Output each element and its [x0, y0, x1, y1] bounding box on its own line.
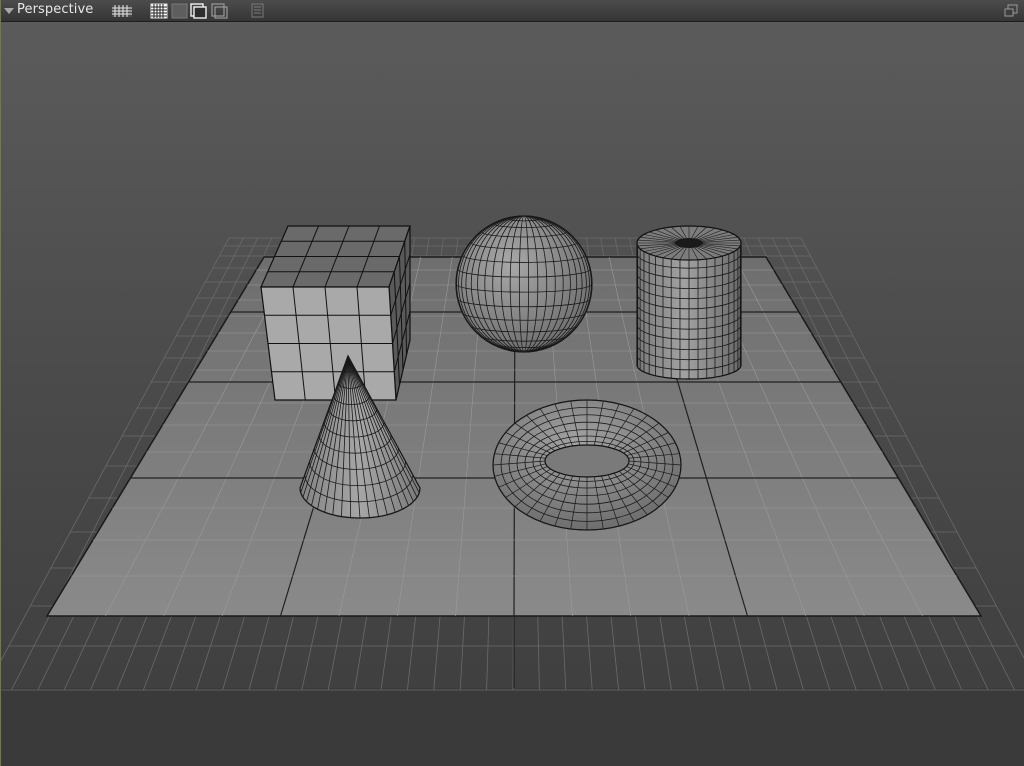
maximize-viewport-icon[interactable] [1004, 3, 1020, 19]
xray-box-icon[interactable] [211, 3, 229, 19]
viewport-canvas[interactable] [1, 22, 1024, 766]
panel-options-icon[interactable] [251, 3, 265, 19]
floor-band [1, 688, 1024, 766]
view-title[interactable]: Perspective [17, 2, 93, 17]
wireframe-box-icon[interactable] [190, 3, 208, 19]
cylinder-object[interactable] [636, 225, 742, 380]
grid-toggle-icon[interactable] [112, 3, 132, 19]
viewport-header-bar: Perspective [1, 0, 1024, 22]
torus-object[interactable] [492, 399, 682, 531]
view-menu-arrow-icon[interactable] [4, 8, 14, 14]
perspective-viewport[interactable]: Perspective [0, 0, 1024, 766]
cube-object[interactable] [260, 225, 411, 401]
solid-shading-icon[interactable] [171, 3, 189, 19]
sphere-object[interactable] [455, 215, 593, 353]
checker-shading-icon[interactable] [150, 3, 168, 19]
